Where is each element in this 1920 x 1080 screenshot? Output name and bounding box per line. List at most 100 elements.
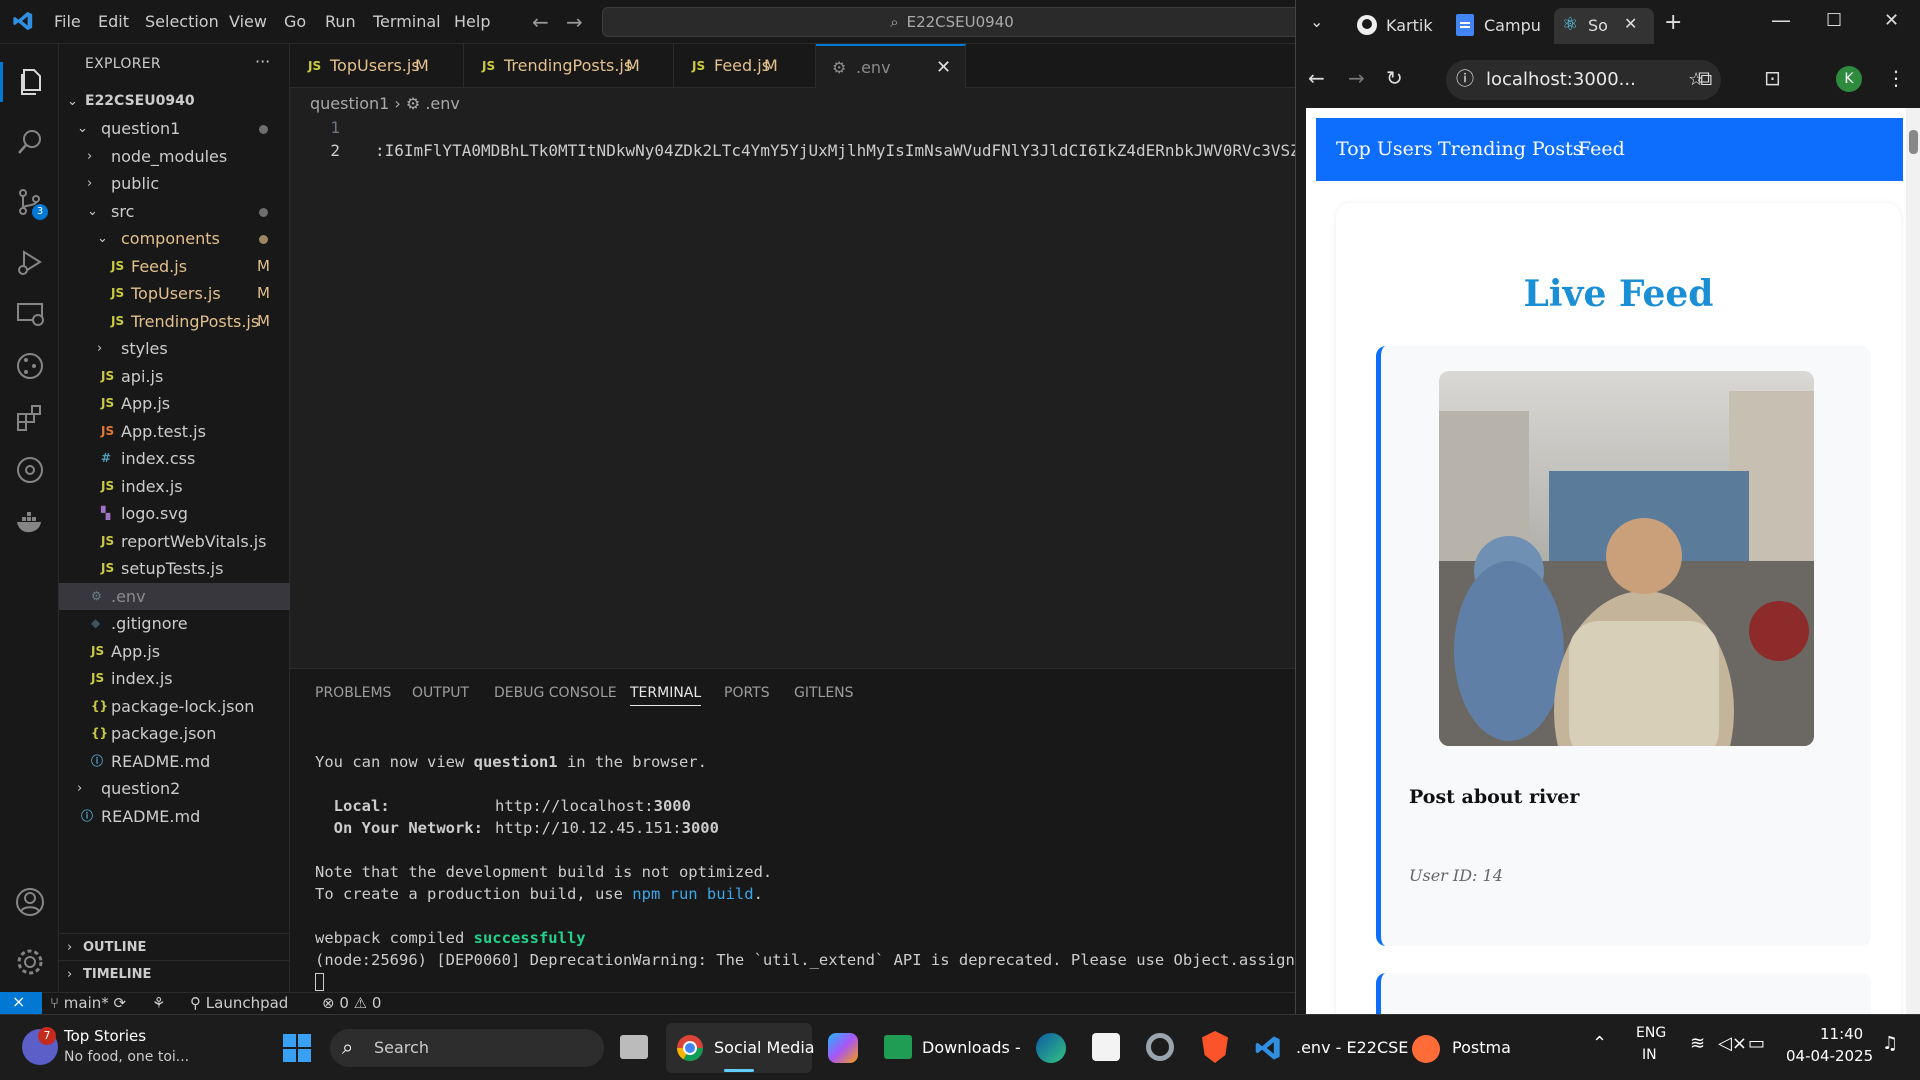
more-actions-icon[interactable]: ··· (255, 52, 270, 71)
status-branch[interactable]: ⑂ main* ⟳ (50, 994, 126, 1012)
docker-icon[interactable] (14, 506, 46, 538)
extensions-icon[interactable]: ⧉ (1698, 66, 1712, 90)
tab-gitlens[interactable]: GITLENS (794, 685, 854, 701)
brave-icon[interactable] (1202, 1031, 1228, 1063)
edge-icon[interactable] (1036, 1033, 1066, 1063)
tree-item[interactable]: # index.css (59, 445, 290, 472)
search-icon[interactable] (14, 126, 46, 158)
remote-indicator[interactable]: ⨯ (0, 992, 42, 1014)
close-window-icon[interactable]: ✕ (1884, 10, 1899, 31)
show-hidden-icons-icon[interactable]: ⌃ (1592, 1033, 1607, 1054)
browser-tab-social[interactable]: ⚛ So ✕ (1554, 8, 1654, 44)
outline-section[interactable]: › OUTLINE (59, 933, 290, 960)
taskbar-app-chrome[interactable]: Social Media (666, 1023, 815, 1073)
nav-top-users[interactable]: Top Users (1336, 138, 1433, 160)
tree-item[interactable]: JS TopUsers.js M (59, 280, 290, 307)
nav-trending-posts[interactable]: Trending Posts (1438, 138, 1583, 160)
tree-item[interactable]: › public (59, 170, 290, 197)
taskbar-app-vscode[interactable]: .env - E22CSE (1252, 1023, 1408, 1073)
accounts-icon[interactable] (14, 886, 46, 918)
git-graph-icon[interactable] (14, 454, 46, 486)
run-debug-icon[interactable] (14, 246, 46, 278)
taskbar-search[interactable]: ⌕ Search (330, 1029, 604, 1067)
tab-terminal[interactable]: TERMINAL (630, 685, 702, 706)
tree-item[interactable]: ⓘ README.md (59, 748, 290, 775)
menu-file[interactable]: File (54, 12, 81, 31)
menu-selection[interactable]: Selection (145, 12, 219, 31)
minimize-icon[interactable]: — (1771, 8, 1791, 32)
command-center[interactable]: ⌕ E22CSEU0940 (602, 7, 1302, 37)
timeline-section[interactable]: › TIMELINE (59, 960, 290, 987)
tree-item[interactable]: JS setupTests.js (59, 555, 290, 582)
clock-time[interactable]: 11:40 (1820, 1025, 1863, 1043)
browser-tab-docs[interactable]: Campu (1456, 8, 1546, 44)
terminal-cursor[interactable] (315, 973, 324, 991)
tab-search-icon[interactable]: ⌄ (1310, 12, 1323, 31)
page-scrollbar[interactable] (1906, 108, 1920, 1014)
reload-icon[interactable]: ↻ (1386, 66, 1403, 90)
maximize-icon[interactable]: ☐ (1826, 10, 1842, 31)
tree-item[interactable]: ⌄ components (59, 225, 290, 252)
forward-arrow-icon[interactable]: → (1348, 66, 1365, 90)
windows-start-icon[interactable] (282, 1033, 312, 1063)
remote-explorer-icon[interactable] (14, 298, 46, 330)
tree-item[interactable]: ▚ logo.svg (59, 500, 290, 527)
tree-item[interactable]: JS index.js (59, 665, 290, 692)
breadcrumb-folder[interactable]: question1 (310, 94, 389, 113)
tree-item[interactable]: JS api.js (59, 363, 290, 390)
tree-item[interactable]: › question2 (59, 775, 290, 802)
wifi-icon[interactable]: ≋ (1690, 1033, 1705, 1054)
back-arrow-icon[interactable]: ← (532, 10, 549, 34)
tab-trendingposts[interactable]: JS TrendingPosts.js M (464, 44, 674, 88)
tab-feed[interactable]: JS Feed.js M (674, 44, 816, 88)
tab-env[interactable]: ⚙ .env ✕ (816, 44, 966, 88)
nav-feed[interactable]: Feed (1578, 138, 1625, 160)
tree-item[interactable]: JS reportWebVitals.js (59, 528, 290, 555)
tree-item[interactable]: ◆ .gitignore (59, 610, 290, 637)
screenshot-icon[interactable]: ⊡ (1764, 66, 1781, 90)
menu-kebab-icon[interactable]: ⋮ (1886, 66, 1906, 90)
notification-bell-icon[interactable]: ♫ (1882, 1033, 1898, 1054)
tree-item[interactable]: JS index.js (59, 473, 290, 500)
close-icon[interactable]: ✕ (1624, 14, 1637, 33)
scrollbar-thumb[interactable] (1909, 130, 1918, 154)
tab-problems[interactable]: PROBLEMS (315, 685, 391, 701)
post-card[interactable]: Post about river User ID: 14 (1376, 346, 1871, 946)
git-graph-status-icon[interactable]: ⚘ (152, 994, 165, 1012)
menu-help[interactable]: Help (454, 12, 490, 31)
tab-ports[interactable]: PORTS (724, 685, 770, 701)
close-icon[interactable]: ✕ (936, 46, 951, 90)
explorer-icon[interactable] (14, 66, 46, 98)
menu-terminal[interactable]: Terminal (373, 12, 441, 31)
tree-item[interactable]: › styles (59, 335, 290, 362)
profile-avatar[interactable]: K (1836, 66, 1862, 92)
address-bar[interactable]: ⓘ localhost:3000... ☆ (1446, 60, 1721, 100)
tree-item[interactable]: › node_modules (59, 143, 290, 170)
menu-go[interactable]: Go (284, 12, 306, 31)
task-view-icon[interactable] (620, 1035, 648, 1059)
settings-app-icon[interactable] (1146, 1033, 1174, 1061)
news-title[interactable]: Top Stories (64, 1027, 146, 1045)
new-tab-icon[interactable]: + (1664, 10, 1682, 35)
copilot-icon[interactable] (828, 1033, 858, 1063)
tree-item[interactable]: JS App.js (59, 638, 290, 665)
source-control-icon[interactable]: 3 (14, 186, 48, 220)
tree-item[interactable]: JS App.test.js (59, 418, 290, 445)
tree-item[interactable]: ⓘ README.md (59, 803, 290, 830)
back-arrow-icon[interactable]: ← (1308, 66, 1325, 90)
language-line1[interactable]: ENG (1636, 1025, 1666, 1041)
tab-debug-console[interactable]: DEBUG CONSOLE (494, 685, 617, 701)
tree-item[interactable]: JS Feed.js M (59, 253, 290, 280)
tab-output[interactable]: OUTPUT (412, 685, 469, 701)
forward-arrow-icon[interactable]: → (566, 10, 583, 34)
language-line2[interactable]: IN (1642, 1047, 1657, 1063)
launchpad-status[interactable]: ⚲ Launchpad (190, 994, 288, 1012)
tree-item[interactable]: JS TrendingPosts.js M (59, 308, 290, 335)
volume-muted-icon[interactable]: ◁× (1718, 1033, 1747, 1054)
clock-date[interactable]: 04-04-2025 (1786, 1047, 1873, 1065)
tree-item[interactable]: ⚙ .env (59, 582, 290, 610)
browser-tab-github[interactable]: Kartik (1356, 8, 1446, 44)
taskbar-app-downloads[interactable]: Downloads - (880, 1023, 1021, 1073)
post-card[interactable] (1376, 973, 1871, 1014)
tree-item[interactable]: JS App.js (59, 390, 290, 417)
